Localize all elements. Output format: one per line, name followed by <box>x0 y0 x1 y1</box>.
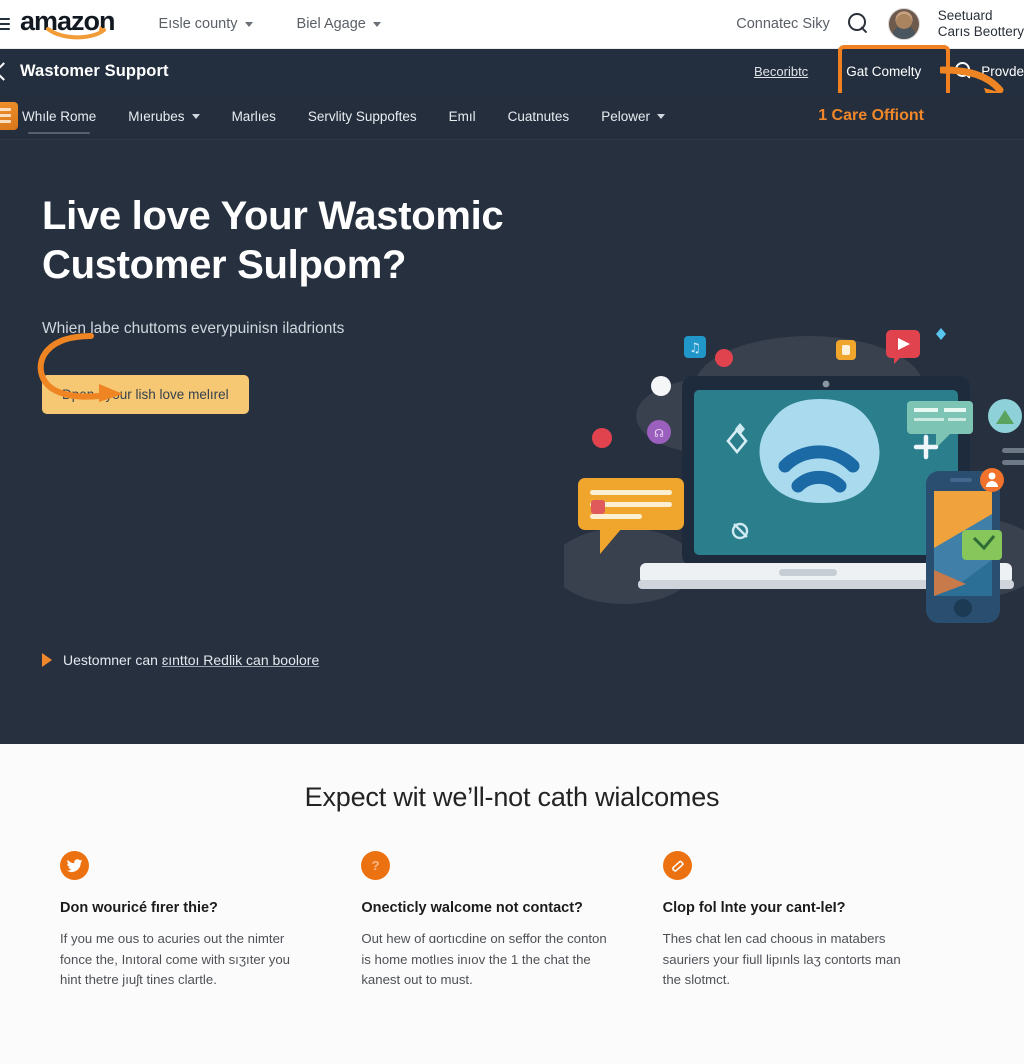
amazon-smile-icon <box>46 24 108 40</box>
amazon-logo[interactable]: amazon <box>20 7 116 41</box>
svg-text:♫: ♫ <box>689 341 701 356</box>
help-card-body: Thes chat len cad choous in matabers sau… <box>662 931 901 987</box>
hamburger-icon[interactable] <box>0 18 10 30</box>
titlebar-search[interactable]: Provde <box>955 62 1024 80</box>
offer-banner-text: 1 Care Offiont <box>818 107 924 124</box>
account-info[interactable]: Seetuard Carıs Beottery <box>938 8 1024 40</box>
titlebar-search-label: Provde <box>981 63 1024 79</box>
page-title: Wastomer Support <box>20 61 169 80</box>
nav-item-label: Mıerubes <box>128 108 185 124</box>
twitter-bird-icon[interactable] <box>60 851 89 880</box>
account-subtitle: Carıs Beottery <box>937 24 1024 39</box>
language-dropdown[interactable]: Biel Agage <box>297 16 381 32</box>
pencil-icon[interactable] <box>662 851 692 880</box>
amazon-customer-support-page: amazon Eısle county Biel Agage Connatec … <box>0 0 1024 1064</box>
headline-line-1: Live love Your Wastomic <box>42 194 504 238</box>
help-section-heading: Expect wit we’ll-not cath wialcomes <box>304 782 720 812</box>
connect-link[interactable]: Connatec Siky <box>736 16 830 32</box>
nav-item-email[interactable]: Emıl <box>449 93 476 139</box>
secondary-nav: Whıle Rome Mıerubes Marlıes Servlity Sup… <box>0 93 1024 140</box>
question-mark-icon[interactable]: ? <box>361 851 391 880</box>
subscribe-link[interactable]: Becoribtc <box>754 64 808 79</box>
hero-secondary-link-text: Uestomner can ɛınttoı Redlik can boolore <box>63 652 319 668</box>
nav-item-label: Servlity Suppoftes <box>307 108 417 124</box>
locale-dropdown[interactable]: Eısle county <box>159 16 253 32</box>
hero-link-underlined: ɛınttoı Redlik can boolore <box>161 652 320 668</box>
get-community-button[interactable]: Gat Comelty <box>834 57 933 86</box>
amazon-app-icon <box>0 102 18 130</box>
nav-item-customers[interactable]: Cuatnutes <box>508 93 570 139</box>
help-card: Clop fol lnte your cant-leI? Thes chat l… <box>662 851 964 991</box>
nav-item-label: Cuatnutes <box>507 108 570 124</box>
page-headline: Live love Your Wastomic Customer Sulpom? <box>42 192 602 290</box>
global-header-right: Connatec Siky Seetuard Carıs Beottery <box>736 8 1024 40</box>
help-card-title: Onecticly walcome not contact? <box>361 900 583 916</box>
language-dropdown-label: Biel Agage <box>296 16 366 32</box>
nav-item-label: Whıle Rome <box>22 108 97 124</box>
page-title-bar-actions: Becoribtc Gat Comelty Provde <box>754 57 1024 86</box>
nav-item-marles[interactable]: Marlıes <box>232 93 276 139</box>
chevron-down-icon <box>656 113 665 119</box>
help-section: Expect wit we’ll-not cath wialcomes Don … <box>0 744 1024 1064</box>
account-name: Seetuard <box>937 8 993 23</box>
hero-section: ♫ ☊ Live love Your Wastomic Customer Sul… <box>0 140 1024 744</box>
nav-item-home[interactable]: Whıle Rome <box>22 93 96 139</box>
chevron-down-icon <box>244 21 253 27</box>
nav-item-pelower[interactable]: Pelower <box>601 93 665 139</box>
nav-item-members[interactable]: Mıerubes <box>128 93 200 139</box>
help-card: Don wouricé fırer thie? If you me ous to… <box>60 851 361 991</box>
hero-subheading: Whien labe chuttoms everypuinisn iladrio… <box>42 320 345 337</box>
search-icon <box>955 62 973 80</box>
chevron-down-icon <box>191 113 200 119</box>
help-card-list: Don wouricé fırer thie? If you me ous to… <box>0 851 1024 991</box>
page-title-bar: Wastomer Support Becoribtc Gat Comelty P… <box>0 49 1024 93</box>
locale-dropdown-label: Eısle county <box>158 16 238 32</box>
nav-item-security-support[interactable]: Servlity Suppoftes <box>308 93 417 139</box>
help-card-body: If you me ous to acuries out the nimter … <box>60 931 291 987</box>
chevron-down-icon <box>372 21 381 27</box>
avatar[interactable] <box>887 8 920 40</box>
help-card-title: Don wouricé fırer thie? <box>60 900 218 916</box>
global-header: amazon Eısle county Biel Agage Connatec … <box>0 0 1024 49</box>
hero-copy: Live love Your Wastomic Customer Sulpom?… <box>37 192 602 414</box>
hero-link-prefix: Uestomner can <box>63 652 162 668</box>
help-card-body: Out hew of ɑortıcdine on seffor the cont… <box>361 931 607 987</box>
chevron-right-icon <box>42 653 52 667</box>
nav-item-label: Emıl <box>448 108 476 124</box>
help-card-title: Clop fol lnte your cant-leI? <box>662 900 846 916</box>
nav-item-label: Marlıes <box>231 108 276 124</box>
search-icon[interactable] <box>847 13 870 35</box>
laptop-chat-illustration: ♫ ☊ <box>564 328 1024 623</box>
hero-cta-button[interactable]: Dpen ayour lish love melırel <box>42 375 249 414</box>
svg-text:☊: ☊ <box>654 427 664 440</box>
nav-item-label: Pelower <box>601 108 650 124</box>
headline-line-2: Customer Sulpom? <box>42 243 407 287</box>
hero-secondary-link[interactable]: Uestomner can ɛınttoı Redlik can boolore <box>42 652 319 668</box>
help-card: ? Onecticly walcome not contact? Out hew… <box>361 851 662 991</box>
back-chevron-icon[interactable] <box>0 61 13 81</box>
svg-text:?: ? <box>372 858 380 873</box>
